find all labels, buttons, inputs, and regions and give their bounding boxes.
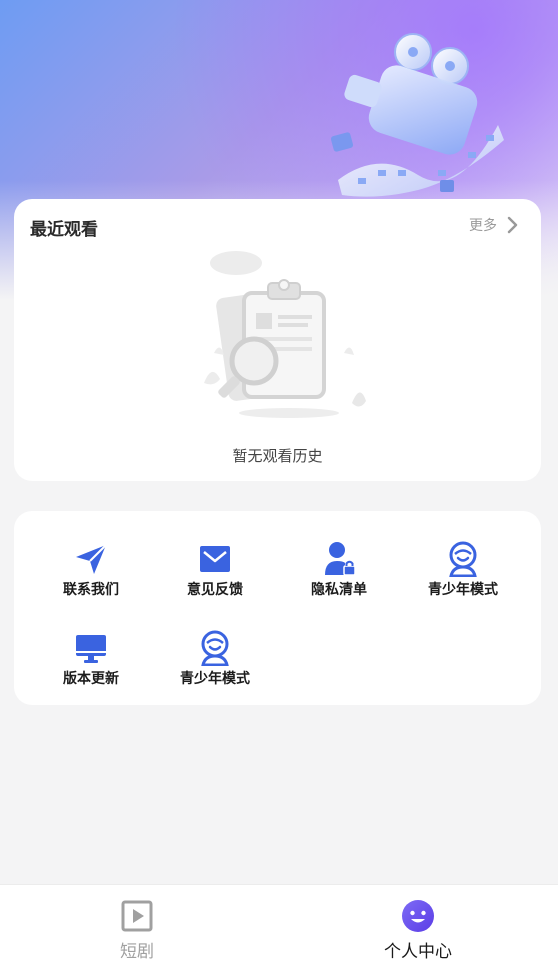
tab-shorts[interactable]: 短剧 bbox=[67, 885, 207, 962]
tab-personal-center[interactable]: 个人中心 bbox=[348, 885, 488, 962]
send-icon bbox=[76, 544, 107, 574]
menu-item-teen-mode-2[interactable]: 青少年模式 bbox=[153, 630, 277, 688]
monitor-icon bbox=[76, 635, 106, 663]
menu-item-version-update[interactable]: 版本更新 bbox=[29, 630, 153, 688]
bottom-tab-bar: 短剧 个人中心 bbox=[0, 884, 558, 969]
menu-item-feedback[interactable]: 意见反馈 bbox=[153, 541, 277, 599]
menu-item-teen-mode[interactable]: 青少年模式 bbox=[401, 541, 525, 599]
recent-watch-card: 最近观看 更多 暂无观看历史 bbox=[14, 199, 541, 481]
child-icon bbox=[449, 541, 477, 577]
film-projector-illustration bbox=[330, 33, 504, 197]
function-menu-card: 联系我们 意见反馈 隐私清单 青少年模式 版本更新 青少年模式 bbox=[14, 511, 541, 705]
play-square-icon bbox=[121, 900, 153, 932]
more-label: 更多 bbox=[469, 218, 497, 234]
chevron-right-icon bbox=[507, 216, 518, 234]
menu-item-label: 青少年模式 bbox=[180, 671, 250, 687]
tab-label: 短剧 bbox=[120, 942, 154, 962]
menu-item-label: 联系我们 bbox=[63, 582, 119, 598]
menu-item-label: 版本更新 bbox=[63, 671, 119, 687]
recent-watch-title: 最近观看 bbox=[30, 220, 98, 240]
smiley-icon bbox=[402, 900, 434, 932]
child-icon bbox=[201, 630, 229, 666]
menu-item-label: 青少年模式 bbox=[428, 582, 498, 598]
more-link[interactable]: 更多 bbox=[469, 215, 519, 235]
menu-item-privacy-list[interactable]: 隐私清单 bbox=[277, 541, 401, 599]
tab-label: 个人中心 bbox=[384, 942, 452, 962]
menu-item-label: 意见反馈 bbox=[187, 582, 243, 598]
mail-icon bbox=[200, 546, 230, 572]
empty-history-text: 暂无观看历史 bbox=[232, 447, 323, 465]
empty-history-illustration bbox=[204, 251, 366, 418]
menu-item-contact-us[interactable]: 联系我们 bbox=[29, 541, 153, 599]
menu-item-label: 隐私清单 bbox=[311, 582, 367, 598]
user-lock-icon bbox=[325, 542, 356, 576]
